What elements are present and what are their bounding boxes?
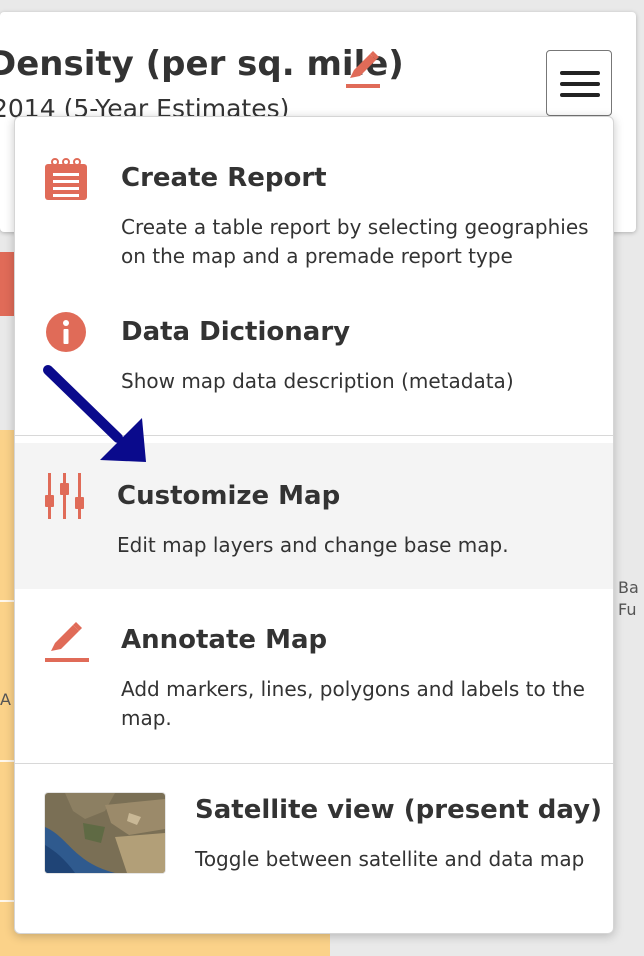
menu-item-title: Data Dictionary bbox=[121, 317, 351, 347]
map-boundary bbox=[0, 900, 14, 902]
menu-item-annotate-map[interactable]: Annotate Map Add markers, lines, polygon… bbox=[15, 589, 613, 763]
menu-item-title: Create Report bbox=[121, 163, 327, 193]
menu-item-description: Create a table report by selecting geogr… bbox=[121, 215, 589, 268]
menu-button[interactable] bbox=[546, 50, 612, 116]
pencil-icon bbox=[45, 622, 89, 662]
pencil-icon[interactable] bbox=[346, 50, 380, 90]
sliders-icon bbox=[45, 473, 84, 519]
map-boundary bbox=[0, 760, 14, 762]
menu-item-description: Edit map layers and change base map. bbox=[117, 533, 509, 557]
map-label: Fu bbox=[618, 600, 637, 619]
map-label: A bbox=[0, 690, 11, 709]
menu-item-description: Add markers, lines, polygons and labels … bbox=[121, 677, 585, 730]
menu-item-description: Toggle between satellite and data map bbox=[195, 847, 585, 871]
hamburger-icon bbox=[560, 93, 600, 97]
map-boundary bbox=[0, 600, 14, 602]
map-title: Density (per sq. mile) bbox=[0, 44, 404, 84]
satellite-thumbnail bbox=[45, 793, 165, 873]
menu-item-description: Show map data description (metadata) bbox=[121, 369, 514, 393]
hamburger-icon bbox=[560, 82, 600, 86]
map-label: Ba bbox=[618, 578, 639, 597]
pointer-arrow-icon bbox=[43, 365, 146, 462]
hamburger-icon bbox=[560, 71, 600, 75]
report-icon bbox=[45, 158, 87, 200]
menu-item-title: Satellite view (present day) bbox=[195, 795, 602, 825]
menu-divider bbox=[15, 763, 613, 764]
menu-item-title: Customize Map bbox=[117, 481, 341, 511]
menu-item-create-report[interactable]: Create Report Create a table report by s… bbox=[15, 117, 613, 277]
info-icon bbox=[46, 312, 86, 352]
actions-menu: Create Report Create a table report by s… bbox=[14, 116, 614, 934]
menu-item-title: Annotate Map bbox=[121, 625, 328, 655]
legend-swatch bbox=[0, 252, 14, 316]
